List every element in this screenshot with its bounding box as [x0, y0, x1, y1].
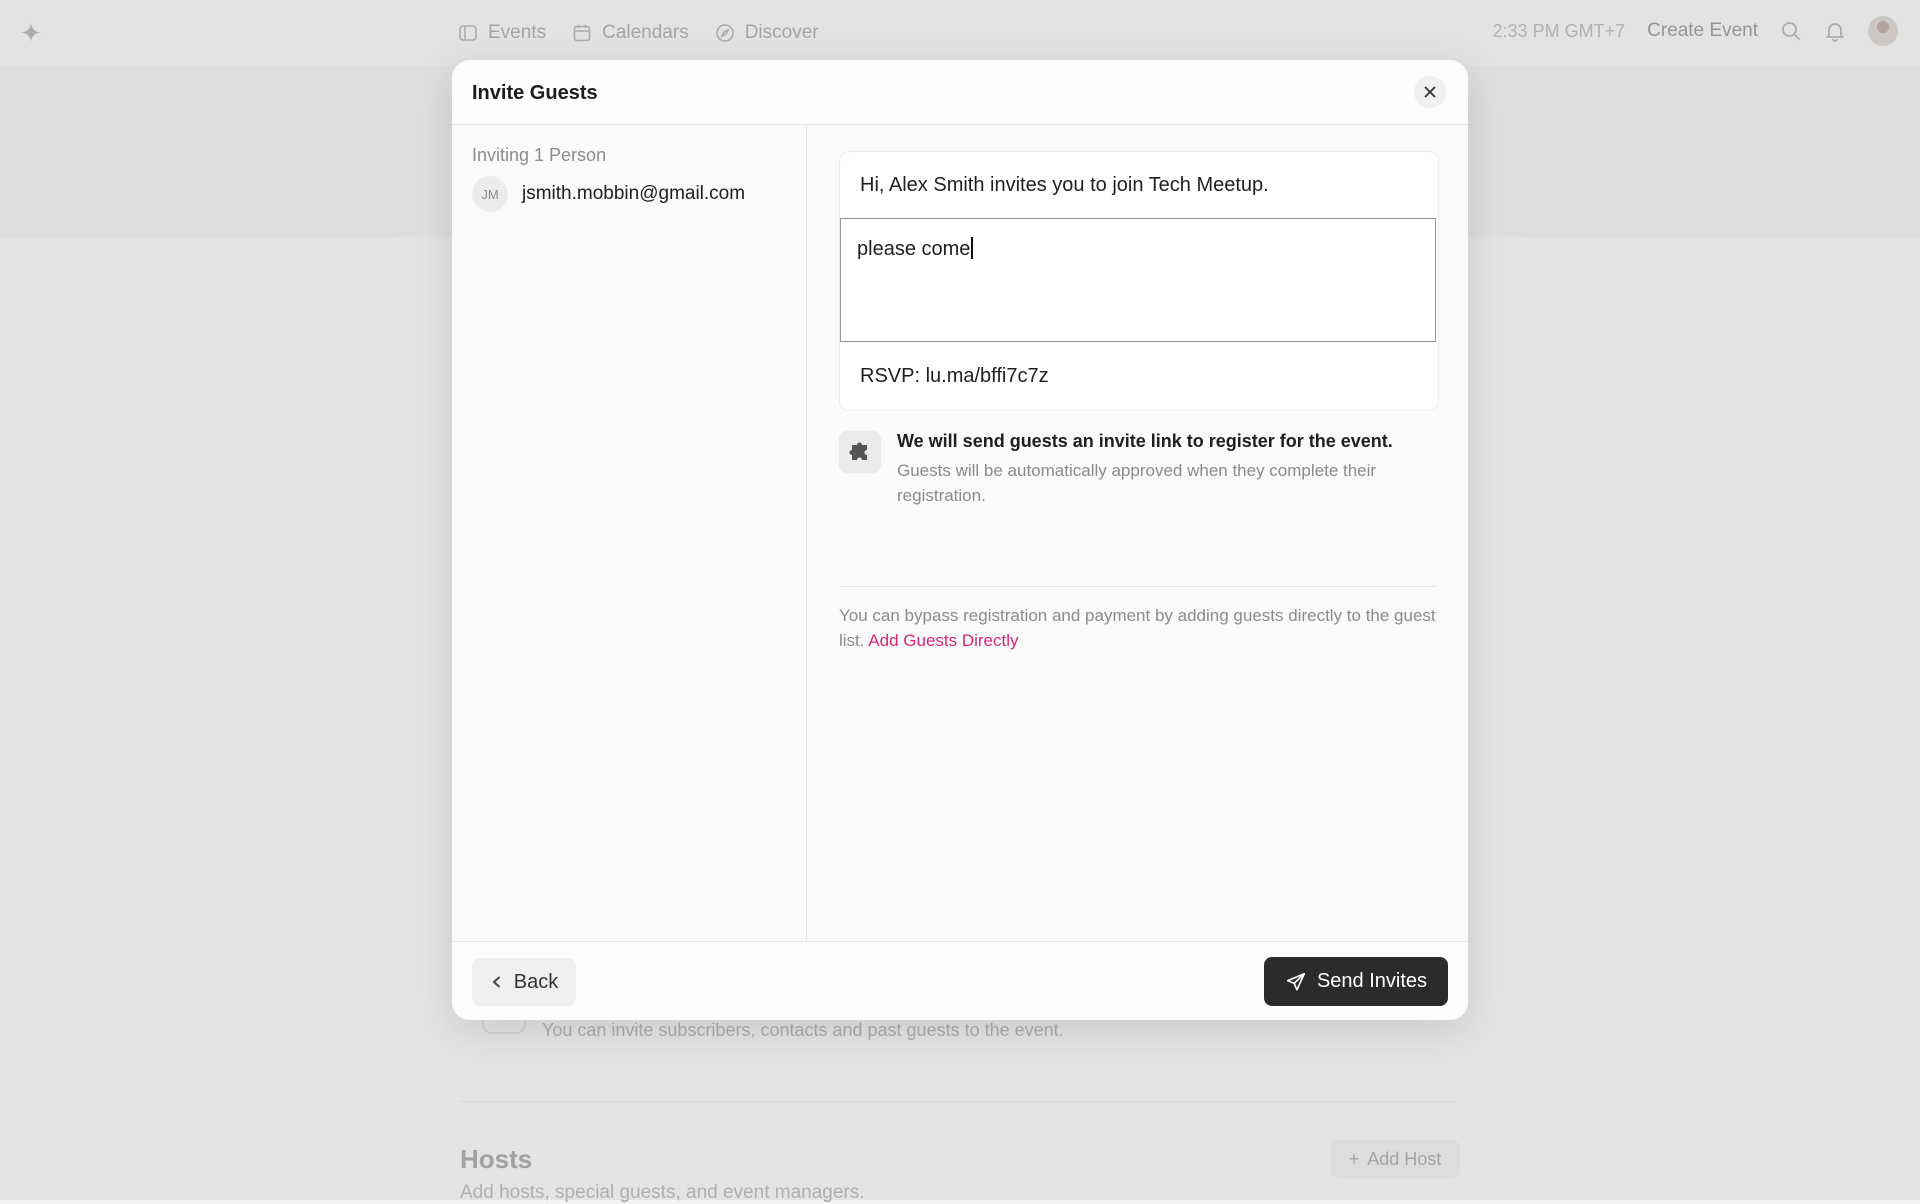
- modal-header: Invite Guests: [452, 60, 1468, 125]
- modal-footer: Back Send Invites: [452, 941, 1468, 1020]
- info-title: We will send guests an invite link to re…: [897, 431, 1393, 451]
- close-button[interactable]: [1414, 76, 1446, 108]
- close-icon: [1424, 86, 1436, 98]
- modal-title: Invite Guests: [472, 82, 598, 104]
- send-invites-button[interactable]: Send Invites: [1264, 957, 1448, 1006]
- message-pane: Hi, Alex Smith invites you to join Tech …: [807, 125, 1468, 941]
- guest-list-item[interactable]: JM jsmith.mobbin@gmail.com: [472, 176, 745, 212]
- guest-email: jsmith.mobbin@gmail.com: [522, 183, 746, 204]
- send-invites-label: Send Invites: [1316, 970, 1428, 992]
- invite-guests-modal: Invite Guests Inviting 1 Person JM jsmit…: [452, 60, 1468, 1020]
- bypass-note: You can bypass registration and payment …: [839, 603, 1437, 653]
- message-greeting: Hi, Alex Smith invites you to join Tech …: [860, 174, 1269, 196]
- back-button[interactable]: Back: [472, 958, 576, 1006]
- paper-plane-icon: [1286, 972, 1306, 991]
- text-cursor: [971, 237, 973, 259]
- add-guests-directly-link[interactable]: Add Guests Directly: [868, 631, 1018, 650]
- chevron-left-icon: [492, 976, 500, 988]
- invite-message-card: Hi, Alex Smith invites you to join Tech …: [839, 151, 1439, 411]
- section-divider: [839, 586, 1437, 587]
- inviting-count-label: Inviting 1 Person: [472, 145, 607, 165]
- custom-message-text: please come: [857, 238, 971, 260]
- custom-message-textarea[interactable]: please come: [840, 218, 1436, 342]
- back-button-label: Back: [513, 970, 559, 993]
- info-subtitle: Guests will be automatically approved wh…: [897, 461, 1377, 505]
- puzzle-piece-icon: [839, 431, 881, 473]
- guest-avatar: JM: [472, 176, 508, 212]
- guest-list-pane: Inviting 1 Person JM jsmith.mobbin@gmail…: [452, 125, 807, 941]
- rsvp-link-text: RSVP: lu.ma/bffi7c7z: [860, 365, 1049, 387]
